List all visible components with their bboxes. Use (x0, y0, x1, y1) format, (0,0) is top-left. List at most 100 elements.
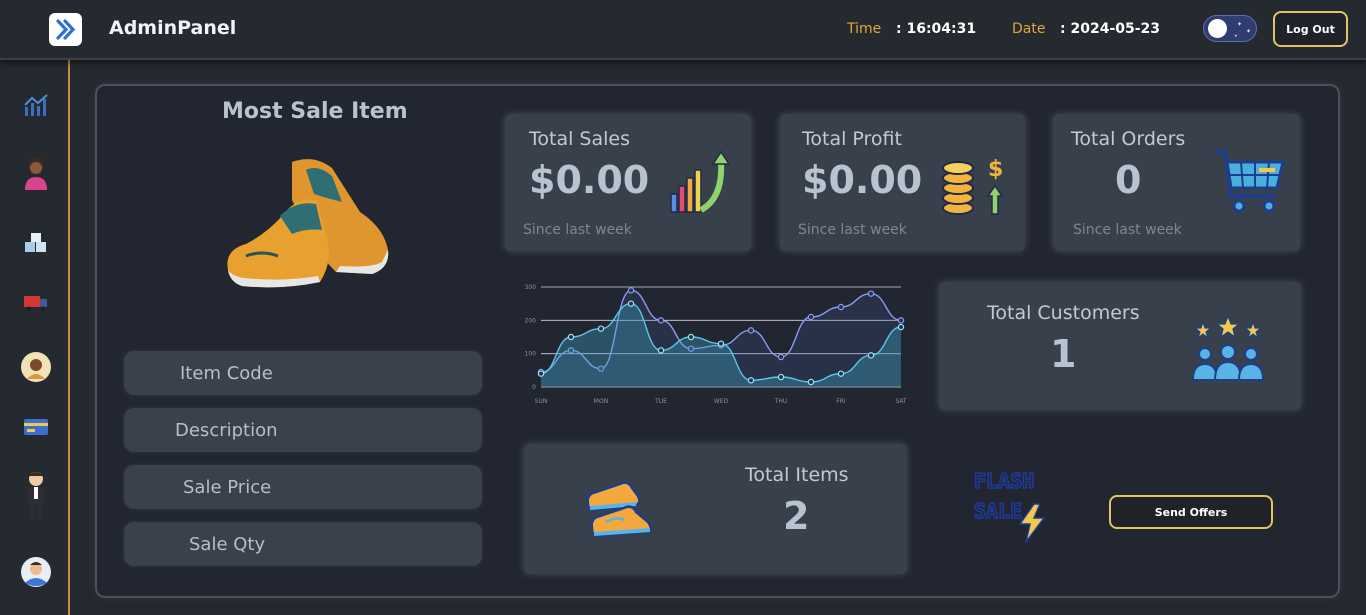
series-2-point (657, 347, 665, 354)
series-2-point (837, 370, 845, 377)
toggle-knob (1208, 19, 1227, 38)
y-tick-label: 100 (525, 351, 537, 358)
sidebar-item-profile[interactable] (19, 555, 52, 588)
series-1-point (657, 317, 665, 324)
sale-price-field[interactable]: Sale Price (124, 465, 482, 509)
total-orders-value: 0 (1115, 158, 1142, 202)
y-tick-label: 300 (525, 284, 537, 291)
shopping-cart-icon (1215, 150, 1285, 213)
x-tick-label: SUN (535, 398, 548, 405)
star-icon: ✦ (1237, 21, 1243, 28)
svg-text:$: $ (988, 157, 1003, 182)
series-2-point (597, 325, 605, 332)
total-profit-value: $0.00 (802, 158, 923, 202)
flash-sale-icon: FLASH SALE (973, 468, 1046, 543)
send-offers-button[interactable]: Send Offers (1109, 495, 1273, 529)
total-orders-title: Total Orders (1071, 128, 1186, 150)
series-2-point (897, 323, 905, 331)
line-chart-icon (23, 93, 48, 116)
customers-rating-icon (1191, 314, 1265, 381)
total-sales-card[interactable]: Total Sales $0.00 Since last week (505, 114, 751, 251)
x-tick-label: WED (714, 398, 729, 405)
item-code-label: Item Code (180, 362, 273, 384)
sidebar-item-employees[interactable] (19, 470, 52, 522)
total-customers-card[interactable]: Total Customers 1 (939, 282, 1301, 410)
sidebar-item-suppliers[interactable] (19, 350, 52, 383)
total-profit-since: Since last week (798, 222, 907, 238)
item-code-field[interactable]: Item Code (124, 351, 482, 395)
supplier-avatar-icon (20, 351, 51, 382)
employee-icon (27, 472, 44, 520)
x-tick-label: TUE (654, 398, 667, 405)
x-tick-label: THU (774, 398, 788, 405)
date-label: Date (1012, 21, 1046, 37)
sidebar-item-items[interactable] (19, 226, 52, 259)
sidebar-item-customers[interactable] (19, 156, 52, 190)
sidebar (0, 0, 70, 615)
series-2-point (567, 333, 575, 341)
time-value: : 16:04:31 (896, 21, 977, 37)
y-tick-label: 0 (532, 384, 536, 391)
chart-series (537, 287, 905, 387)
chart-y-axis: 300 200 100 0 (525, 284, 537, 391)
theme-toggle[interactable]: ✦ ✦ • (1203, 15, 1257, 42)
series-1-point (777, 353, 785, 361)
total-items-card[interactable]: Total Items 2 (524, 444, 907, 574)
series-2-point (807, 378, 815, 386)
series-2-point (777, 373, 785, 381)
weekly-sales-chart: 300 200 100 0 SUN MON TUE WED THU FRI SAT (525, 284, 907, 405)
series-1-point (867, 290, 875, 297)
flash-text: FLASH (974, 469, 1034, 493)
total-sales-value: $0.00 (529, 158, 650, 202)
series-1-point (807, 313, 815, 321)
series-2-point (537, 370, 545, 377)
series-1-point (897, 317, 905, 324)
sales-growth-icon (670, 150, 731, 213)
star-icon: ✦ (1246, 28, 1252, 35)
user-profile-icon (20, 556, 51, 587)
x-tick-label: SAT (895, 398, 907, 405)
series-2-point (627, 300, 635, 307)
series-2-point (717, 340, 725, 347)
total-sales-title: Total Sales (529, 128, 630, 150)
series-1-point (627, 287, 635, 294)
sale-qty-field[interactable]: Sale Qty (124, 522, 482, 566)
total-orders-since: Since last week (1073, 222, 1182, 238)
y-tick-label: 200 (525, 317, 537, 324)
total-customers-title: Total Customers (987, 302, 1140, 324)
star-icon: • (1234, 33, 1238, 40)
credit-card-icon (23, 418, 48, 435)
date-value: : 2024-05-23 (1060, 21, 1161, 37)
total-orders-card[interactable]: Total Orders 0 Since last week (1053, 114, 1300, 251)
sidebar-item-payments[interactable] (19, 410, 52, 443)
sidebar-item-delivery[interactable] (19, 286, 52, 319)
most-sale-title: Most Sale Item (222, 99, 408, 124)
x-tick-label: FRI (836, 398, 846, 405)
series-1-point (837, 303, 845, 311)
coins-profit-icon: $ (942, 157, 1004, 215)
total-sales-since: Since last week (523, 222, 632, 238)
sale-price-label: Sale Price (183, 476, 272, 498)
series-2-point (867, 352, 875, 359)
total-items-value: 2 (783, 494, 810, 538)
delivery-truck-icon (23, 295, 47, 311)
series-1-point (747, 327, 755, 334)
sidebar-item-dashboard[interactable] (19, 88, 52, 121)
boxes-icon (24, 232, 46, 252)
total-items-title: Total Items (745, 464, 849, 486)
sneaker-image (227, 159, 389, 288)
total-customers-value: 1 (1050, 332, 1077, 376)
sale-qty-label: Sale Qty (189, 533, 266, 555)
series-2-point (747, 377, 755, 384)
top-bar: AdminPanel Time : 16:04:31 Date : 2024-0… (0, 0, 1366, 60)
double-chevron-right-icon (56, 19, 76, 40)
logout-button[interactable]: Log Out (1273, 11, 1348, 47)
total-profit-card[interactable]: Total Profit $0.00 Since last week $ (780, 114, 1025, 251)
description-field[interactable]: Description (124, 408, 482, 452)
menu-toggle-button[interactable] (49, 13, 82, 46)
sneakers-icon (586, 481, 652, 538)
brand-title: AdminPanel (109, 17, 237, 39)
description-label: Description (175, 419, 278, 441)
chart-x-axis: SUN MON TUE WED THU FRI SAT (535, 398, 907, 405)
total-profit-title: Total Profit (802, 128, 902, 150)
